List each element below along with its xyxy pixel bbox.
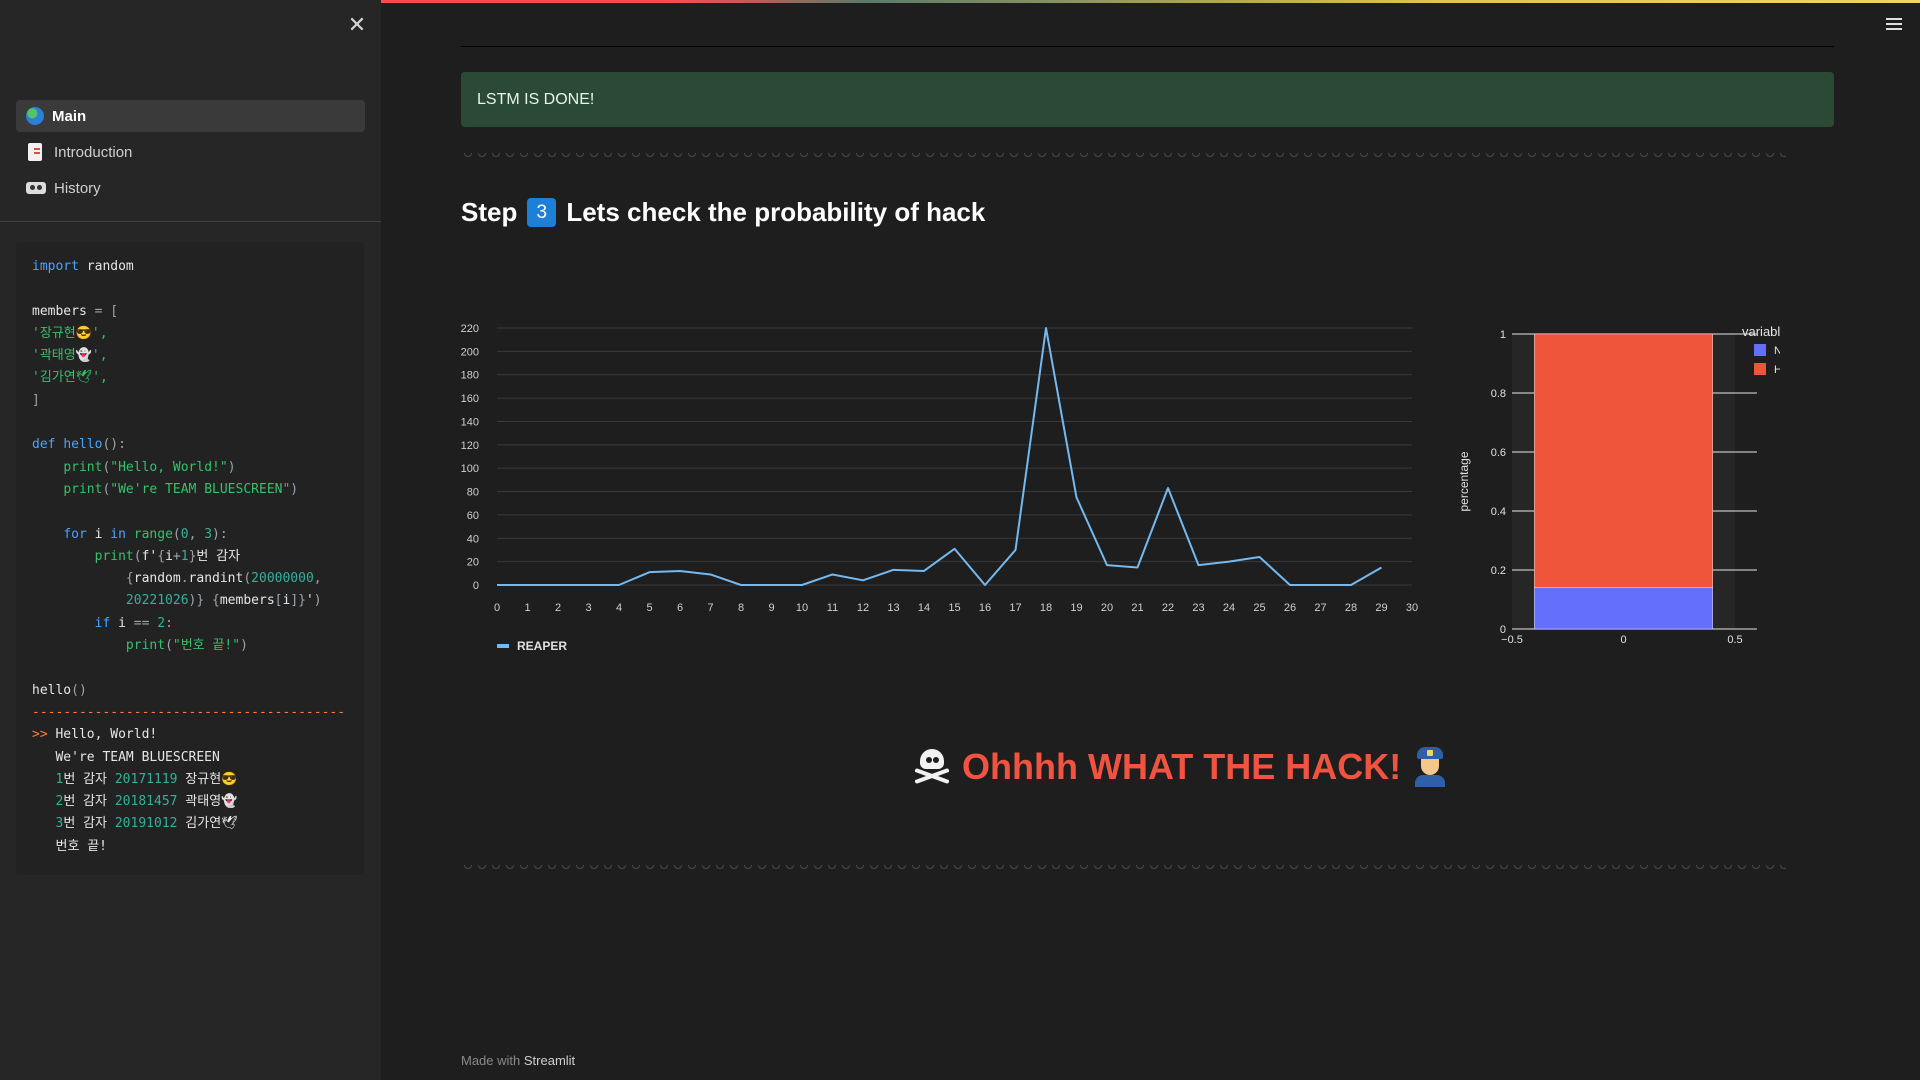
x-tick-label: 23 — [1192, 602, 1204, 614]
sidebar-item-introduction[interactable]: Introduction — [16, 136, 365, 168]
x-tick-label: 2 — [555, 602, 561, 614]
bar-hack — [1534, 333, 1713, 588]
y-tick-label: 120 — [461, 440, 479, 452]
x-tick-label: 1 — [524, 602, 530, 614]
x-tick-label: 16 — [979, 602, 991, 614]
keycap-number-icon: 3 — [527, 197, 557, 227]
y-axis-label: percentage — [1457, 451, 1471, 511]
line-chart: 0204060801001201401601802002200 1 2 3 4 5 6 7 8 9… — [461, 323, 1418, 653]
x-tick-label: 25 — [1253, 602, 1265, 614]
success-alert: LSTM IS DONE! — [461, 72, 1834, 127]
bar-normal — [1534, 587, 1713, 630]
alert-text: LSTM IS DONE! — [477, 90, 595, 108]
horizontal-rule — [461, 46, 1834, 47]
footer-prefix: Made with — [461, 1053, 521, 1068]
x-tick-label: 17 — [1009, 602, 1021, 614]
y-tick-label: 100 — [461, 463, 479, 475]
x-tick-label: 6 — [677, 602, 683, 614]
x-tick-label: 7 — [707, 602, 713, 614]
x-tick-label: 13 — [887, 602, 899, 614]
step-prefix: Step — [461, 196, 518, 227]
y-tick-label: 200 — [461, 346, 479, 358]
sidebar: ✕ Main Introduction History import rando… — [0, 0, 381, 1080]
document-icon — [28, 143, 42, 161]
footer: Made with Streamlit — [461, 1053, 575, 1068]
y-tick-label: 80 — [467, 487, 479, 499]
sidebar-item-label: Main — [52, 107, 87, 125]
x-tick-label: 0 — [494, 602, 500, 614]
stacked-bar-chart: 00.20.40.60.81−0.500.5percentagevariable… — [1457, 324, 1780, 646]
x-tick-label: 10 — [796, 602, 808, 614]
x-tick-label: 3 — [585, 602, 591, 614]
y-tick-label: 40 — [467, 533, 479, 545]
videotape-icon — [26, 182, 46, 194]
x-tick-label: 11 — [827, 602, 838, 614]
hamburger-menu-icon[interactable] — [1886, 18, 1902, 32]
legend-label: Hack — [1774, 364, 1780, 376]
close-sidebar-icon[interactable]: ✕ — [346, 14, 368, 36]
x-tick-label: 8 — [738, 602, 744, 614]
police-officer-icon — [1413, 747, 1447, 787]
y-tick-label: 20 — [467, 557, 479, 569]
step-title: Lets check the probability of hack — [566, 196, 986, 227]
x-tick-label: 0.5 — [1727, 634, 1742, 646]
x-tick-label: 27 — [1314, 602, 1326, 614]
wavy-divider — [461, 865, 1786, 871]
series-line — [497, 327, 1382, 586]
x-tick-label: 24 — [1223, 602, 1235, 614]
x-tick-label: 21 — [1131, 602, 1143, 614]
sidebar-item-label: Introduction — [54, 143, 133, 161]
x-tick-label: 4 — [616, 602, 622, 614]
x-tick-label: 15 — [948, 602, 960, 614]
y-tick-label: 140 — [461, 416, 479, 428]
y-tick-label: 220 — [461, 323, 479, 335]
x-tick-label: 20 — [1101, 602, 1113, 614]
sidebar-item-history[interactable]: History — [16, 172, 365, 204]
sidebar-divider — [0, 221, 381, 222]
x-tick-label: 0 — [1620, 634, 1626, 646]
x-tick-label: 28 — [1345, 602, 1357, 614]
x-tick-label: 9 — [768, 602, 774, 614]
y-tick-label: 1 — [1500, 329, 1506, 341]
x-tick-label: 30 — [1406, 602, 1418, 614]
x-tick-label: 12 — [857, 602, 869, 614]
x-tick-label: 19 — [1070, 602, 1082, 614]
x-tick-label: 26 — [1284, 602, 1296, 614]
code-text: import random members = [ '장규현😎', '곽태영👻'… — [32, 259, 346, 854]
legend-title: variable — [1742, 324, 1780, 339]
y-tick-label: 0.4 — [1491, 506, 1506, 518]
x-tick-label: −0.5 — [1501, 634, 1523, 646]
legend-label: REAPER — [517, 639, 567, 653]
sidebar-item-main[interactable]: Main — [16, 100, 365, 132]
code-block: import random members = [ '장규현😎', '곽태영👻'… — [16, 242, 364, 875]
y-tick-label: 0 — [473, 580, 479, 592]
x-tick-label: 18 — [1040, 602, 1052, 614]
y-tick-label: 0.2 — [1491, 565, 1506, 577]
x-tick-label: 29 — [1375, 602, 1387, 614]
legend-label: Normal — [1774, 345, 1780, 357]
y-tick-label: 60 — [467, 510, 479, 522]
y-tick-label: 0.8 — [1491, 388, 1506, 400]
y-tick-label: 180 — [461, 370, 479, 382]
streamlit-link[interactable]: Streamlit — [524, 1053, 575, 1068]
y-tick-label: 160 — [461, 393, 479, 405]
step-heading: Step 3 Lets check the probability of hac… — [461, 192, 985, 232]
wavy-divider — [461, 153, 1786, 159]
legend-swatch — [1754, 363, 1766, 375]
x-tick-label: 22 — [1162, 602, 1174, 614]
sidebar-item-label: History — [54, 179, 101, 197]
legend-swatch — [1754, 344, 1766, 356]
skull-crossbones-icon — [912, 747, 952, 787]
banner-text: Ohhhh WHAT THE HACK! — [962, 746, 1402, 787]
hack-banner: Ohhhh WHAT THE HACK! — [912, 742, 1447, 792]
x-tick-label: 5 — [646, 602, 652, 614]
y-tick-label: 0.6 — [1491, 447, 1506, 459]
globe-icon — [26, 107, 44, 125]
x-tick-label: 14 — [918, 602, 930, 614]
